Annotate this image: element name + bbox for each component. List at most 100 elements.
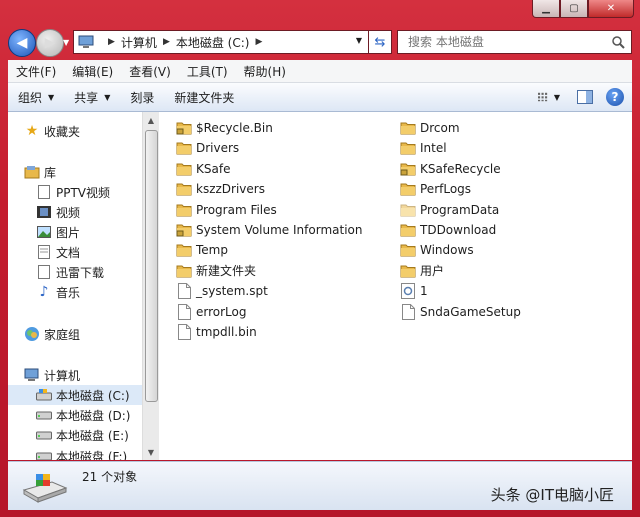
nav-homegroup[interactable]: 家庭组	[24, 324, 80, 344]
folder-icon	[176, 202, 192, 218]
address-dropdown-icon[interactable]: ▼	[356, 36, 362, 45]
address-bar[interactable]: ▶ 计算机 ▶ 本地磁盘 (C:) ▶ ▼	[73, 30, 369, 54]
file-item-label: tmpdll.bin	[196, 325, 257, 339]
back-button[interactable]: ◀	[8, 29, 36, 57]
file-item-label: $Recycle.Bin	[196, 121, 273, 135]
search-input[interactable]	[406, 34, 610, 50]
preview-pane-button[interactable]	[574, 86, 596, 108]
chevron-right-icon[interactable]: ▶	[255, 37, 262, 47]
close-button[interactable]: ✕	[588, 0, 634, 18]
nav-drive-e-label: 本地磁盘 (E:)	[56, 428, 129, 443]
organize-button[interactable]: 组织 ▼	[8, 89, 64, 106]
file-item-label: KSafeRecycle	[420, 161, 501, 176]
file-item[interactable]: _system.spt	[176, 281, 268, 301]
menu-help[interactable]: 帮助(H)	[236, 63, 294, 80]
search-box[interactable]	[397, 30, 632, 54]
nav-lib-music-label: 音乐	[56, 285, 81, 300]
nav-lib-music[interactable]: ♪ 音乐	[36, 282, 80, 302]
menu-edit[interactable]: 编辑(E)	[64, 63, 121, 80]
file-item[interactable]: KSafe	[176, 159, 230, 179]
file-item-label: Intel	[420, 141, 447, 156]
folder-icon	[176, 140, 192, 156]
folder-icon	[176, 181, 192, 197]
nav-lib-pictures[interactable]: 图片	[36, 222, 80, 242]
forward-button[interactable]: ▶	[36, 29, 64, 57]
file-item[interactable]: SndaGameSetup	[400, 302, 521, 322]
file-item[interactable]: 1	[400, 281, 428, 301]
nav-drive-f-label: 本地磁盘 (F:)	[56, 449, 128, 461]
share-button[interactable]: 共享 ▼	[64, 89, 120, 106]
nav-drive-e[interactable]: 本地磁盘 (E:)	[36, 425, 129, 445]
file-item[interactable]: ProgramData	[400, 200, 499, 220]
homegroup-icon	[24, 326, 40, 342]
help-button[interactable]: ?	[604, 86, 626, 108]
nav-lib-thunder[interactable]: 迅雷下载	[36, 262, 104, 282]
file-item[interactable]: Intel	[400, 138, 447, 158]
arrow-left-icon: ◀	[16, 35, 28, 51]
file-item[interactable]: KSafeRecycle	[400, 159, 501, 179]
caption-buttons: ▁ ▢ ✕	[532, 0, 634, 18]
file-item[interactable]: 用户	[400, 261, 444, 281]
chevron-right-icon[interactable]: ▶	[108, 37, 115, 47]
breadcrumb-computer[interactable]: 计算机	[121, 34, 157, 51]
file-item[interactable]: Temp	[176, 240, 228, 260]
document-icon	[36, 184, 52, 200]
file-item[interactable]: kszzDrivers	[176, 179, 265, 199]
nav-lib-videos[interactable]: 视频	[36, 202, 80, 222]
nav-favorites[interactable]: ★ 收藏夹	[24, 121, 80, 141]
scroll-up-icon[interactable]: ▲	[143, 112, 159, 128]
nav-scrollbar[interactable]: ▲ ▼	[142, 112, 159, 460]
file-item[interactable]: Windows	[400, 240, 474, 260]
refresh-icon: ⇆	[374, 34, 386, 50]
file-item[interactable]: Program Files	[176, 200, 277, 220]
minimize-button[interactable]: ▁	[532, 0, 560, 18]
file-item[interactable]: TDDownload	[400, 220, 496, 240]
picture-icon	[36, 224, 52, 240]
breadcrumb-drive-c[interactable]: 本地磁盘 (C:)	[176, 34, 250, 51]
search-icon[interactable]	[611, 35, 625, 49]
view-options-button[interactable]: ▼	[538, 86, 560, 108]
nav-lib-videos-label: 视频	[56, 205, 81, 220]
file-item[interactable]: System Volume Information	[176, 220, 362, 240]
organize-label: 组织	[18, 90, 43, 105]
file-item[interactable]: Drivers	[176, 138, 239, 158]
folder-icon	[400, 242, 416, 258]
scroll-down-icon[interactable]: ▼	[143, 444, 159, 460]
file-item[interactable]: 新建文件夹	[176, 261, 256, 281]
nav-lib-documents[interactable]: 文档	[36, 242, 80, 262]
new-folder-button[interactable]: 新建文件夹	[164, 89, 244, 106]
nav-libraries[interactable]: 库	[24, 162, 56, 182]
nav-lib-thunder-label: 迅雷下载	[56, 265, 105, 280]
chevron-right-icon[interactable]: ▶	[163, 37, 170, 47]
recent-pages-dropdown[interactable]: ▼	[63, 38, 69, 47]
file-item[interactable]: Drcom	[400, 118, 460, 138]
menu-file[interactable]: 文件(F)	[8, 63, 64, 80]
scrollbar-thumb[interactable]	[145, 130, 158, 402]
nav-drive-d[interactable]: 本地磁盘 (D:)	[36, 405, 130, 425]
menu-tools[interactable]: 工具(T)	[179, 63, 236, 80]
file-item[interactable]: errorLog	[176, 302, 246, 322]
document-icon	[36, 244, 52, 260]
nav-drive-c[interactable]: 本地磁盘 (C:)	[8, 385, 142, 405]
burn-button[interactable]: 刻录	[120, 89, 164, 106]
nav-computer[interactable]: 计算机	[24, 365, 80, 385]
nav-lib-documents-label: 文档	[56, 245, 81, 260]
menu-view[interactable]: 查看(V)	[121, 63, 179, 80]
nav-drive-f[interactable]: 本地磁盘 (F:)	[36, 446, 127, 460]
file-item[interactable]: $Recycle.Bin	[176, 118, 273, 138]
file-item-label: errorLog	[196, 304, 247, 319]
navigation-pane: ★ 收藏夹 库 PPTV视频 视频 图片 文档 迅雷下载 ♪ 音乐 家庭组 计算…	[8, 112, 142, 460]
maximize-button[interactable]: ▢	[560, 0, 588, 18]
file-item-label: Program Files	[196, 202, 277, 217]
folder-locked-icon	[400, 161, 416, 177]
file-item[interactable]: PerfLogs	[400, 179, 471, 199]
file-item[interactable]: tmpdll.bin	[176, 322, 257, 342]
folder-icon	[400, 263, 416, 279]
nav-lib-pptv[interactable]: PPTV视频	[36, 182, 110, 202]
file-item-label: PerfLogs	[420, 182, 472, 197]
refresh-button[interactable]: ⇆	[368, 30, 392, 54]
star-icon: ★	[25, 123, 39, 139]
folder-icon	[400, 120, 416, 136]
file-item-label: Drcom	[420, 121, 460, 135]
arrow-right-icon: ▶	[44, 35, 56, 51]
